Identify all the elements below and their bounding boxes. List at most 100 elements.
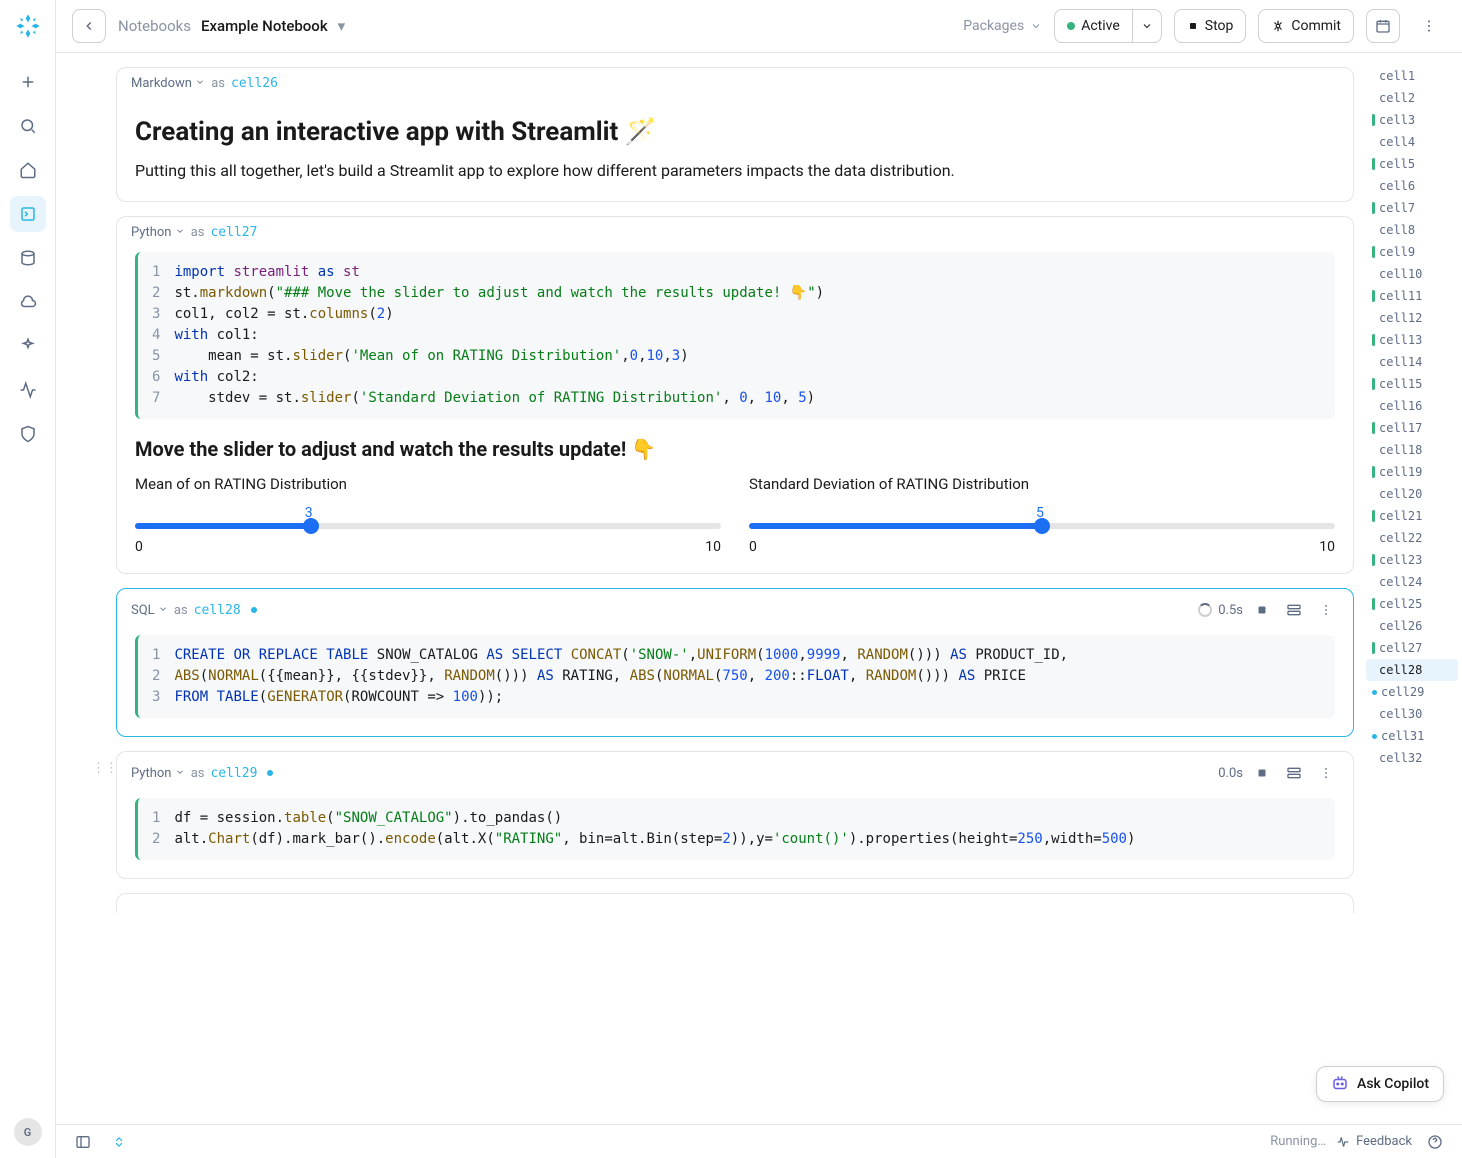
bottombar: Running… Feedback [56,1124,1462,1158]
outline-mark-icon [1372,114,1375,126]
outline-item[interactable]: cell28 [1366,659,1458,681]
back-button[interactable] [72,9,106,43]
outline-item[interactable]: cell18 [1366,439,1458,461]
spinner-icon [1198,603,1212,617]
nav-search-button[interactable] [10,108,46,144]
outline-item[interactable]: cell14 [1366,351,1458,373]
nav-activity-button[interactable] [10,372,46,408]
code-editor[interactable]: 12 df = session.table("SNOW_CATALOG").to… [135,798,1335,860]
status-dropdown[interactable] [1132,9,1162,43]
outline-mark-icon [1372,334,1375,346]
feedback-button[interactable]: Feedback [1336,1134,1412,1149]
outline-item[interactable]: cell7 [1366,197,1458,219]
more-menu-button[interactable] [1412,9,1446,43]
cell-stop-button[interactable] [1249,760,1275,786]
cell-output-toggle[interactable] [1281,597,1307,623]
slider-thumb[interactable] [1034,518,1050,534]
cell-lang-select[interactable]: SQL [131,603,168,618]
outline-mark-icon [1372,290,1375,302]
outline-item[interactable]: cell15 [1366,373,1458,395]
outline-item[interactable]: cell3 [1366,109,1458,131]
status-active-pill[interactable]: Active [1054,9,1132,43]
outline-item[interactable]: cell8 [1366,219,1458,241]
nav-add-button[interactable] [10,64,46,100]
cell-python[interactable]: Python as cell27 1234567 import streamli… [116,216,1354,574]
outline-item[interactable]: cell30 [1366,703,1458,725]
panel-toggle-button[interactable] [70,1129,96,1155]
nav-security-button[interactable] [10,416,46,452]
outline-item[interactable]: cell12 [1366,307,1458,329]
cell-more-button[interactable] [1313,597,1339,623]
packages-dropdown[interactable]: Packages [963,18,1042,34]
commit-button[interactable]: Commit [1258,9,1354,43]
outline-item[interactable]: cell9 [1366,241,1458,263]
outline-mark-icon [1372,734,1377,739]
cell-lang-select[interactable]: Python [131,766,185,781]
outline-item[interactable]: cell20 [1366,483,1458,505]
cell-sql[interactable]: SQL as cell28 0.5s 123 [116,588,1354,737]
cell-id[interactable]: cell27 [210,225,257,240]
nav-notebooks-button[interactable] [10,196,46,232]
help-button[interactable] [1422,1129,1448,1155]
breadcrumb-section[interactable]: Notebooks [118,17,191,35]
nav-ai-button[interactable] [10,328,46,364]
cell-more-button[interactable] [1313,760,1339,786]
cell-next-peek[interactable] [116,893,1354,913]
cell-as-label: as [191,766,205,781]
outline-item[interactable]: cell29 [1366,681,1458,703]
code-editor[interactable]: 1234567 import streamlit as st st.markdo… [135,252,1335,419]
cell-markdown[interactable]: Markdown as cell26 Creating an interacti… [116,67,1354,202]
outline-item[interactable]: cell16 [1366,395,1458,417]
cell-id[interactable]: cell26 [231,76,278,91]
outline-item[interactable]: cell26 [1366,615,1458,637]
slider-mean[interactable] [135,523,721,529]
slider-thumb[interactable] [303,518,319,534]
outline-item[interactable]: cell11 [1366,285,1458,307]
outline-item[interactable]: cell22 [1366,527,1458,549]
cell-lang-select[interactable]: Markdown [131,76,205,91]
outline-item[interactable]: cell21 [1366,505,1458,527]
outline-mark-icon [1372,422,1375,434]
outline-item[interactable]: cell32 [1366,747,1458,769]
breadcrumb-dropdown-icon[interactable]: ▾ [338,17,346,35]
code-editor[interactable]: 123 CREATE OR REPLACE TABLE SNOW_CATALOG… [135,635,1335,718]
outline-item[interactable]: cell1 [1366,65,1458,87]
breadcrumb-title[interactable]: Example Notebook [201,17,328,35]
ask-copilot-button[interactable]: Ask Copilot [1316,1066,1444,1102]
outline-item[interactable]: cell27 [1366,637,1458,659]
slider-label: Standard Deviation of RATING Distributio… [749,475,1335,493]
cell-id[interactable]: cell28 [194,603,241,618]
outline-item[interactable]: cell4 [1366,131,1458,153]
copilot-icon [1331,1075,1349,1093]
outline-item[interactable]: cell10 [1366,263,1458,285]
markdown-heading: Creating an interactive app with Streaml… [135,117,1335,147]
cell-as-label: as [211,76,225,91]
outline-item[interactable]: cell23 [1366,549,1458,571]
drag-handle-icon[interactable]: ⋮⋮ [92,761,118,776]
topbar: Notebooks Example Notebook ▾ Packages Ac… [56,0,1462,53]
stop-button[interactable]: Stop [1174,9,1247,43]
nav-cloud-button[interactable] [10,284,46,320]
outline-item[interactable]: cell31 [1366,725,1458,747]
collapse-button[interactable] [106,1129,132,1155]
outline-mark-icon [1372,642,1375,654]
outline-item[interactable]: cell24 [1366,571,1458,593]
outline-mark-icon [1372,158,1375,170]
slider-stdev[interactable] [749,523,1335,529]
outline-item[interactable]: cell6 [1366,175,1458,197]
schedule-button[interactable] [1366,9,1400,43]
outline-item[interactable]: cell13 [1366,329,1458,351]
outline-item[interactable]: cell5 [1366,153,1458,175]
cell-id[interactable]: cell29 [210,766,257,781]
cell-output-toggle[interactable] [1281,760,1307,786]
cell-lang-select[interactable]: Python [131,225,185,240]
cell-python[interactable]: Python as cell29 0.0s 12 [116,751,1354,879]
nav-home-button[interactable] [10,152,46,188]
outline-item[interactable]: cell25 [1366,593,1458,615]
cell-stop-button[interactable] [1249,597,1275,623]
nav-data-button[interactable] [10,240,46,276]
outline-item[interactable]: cell17 [1366,417,1458,439]
outline-item[interactable]: cell2 [1366,87,1458,109]
user-avatar[interactable]: G [14,1118,42,1146]
outline-item[interactable]: cell19 [1366,461,1458,483]
